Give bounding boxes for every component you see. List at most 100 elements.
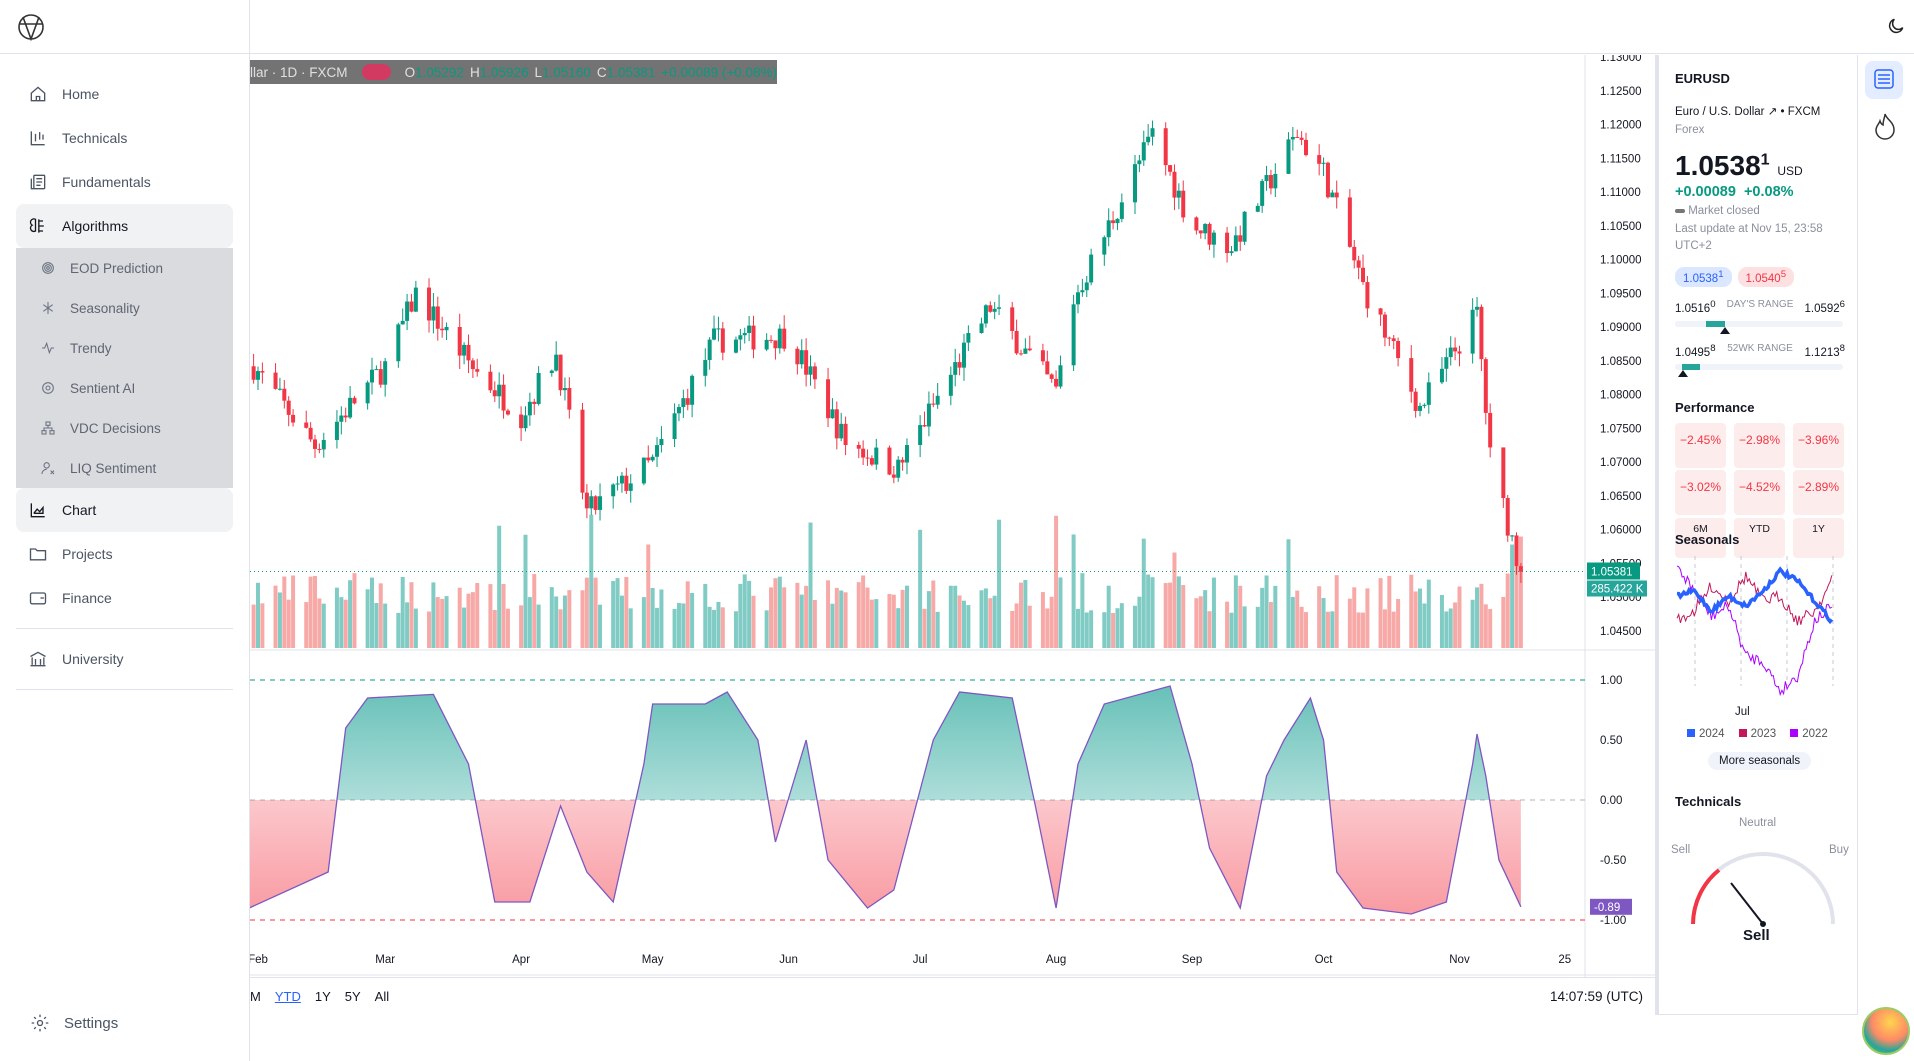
osc-tick: 0.50 [1600,735,1622,747]
sidebar-item-chart[interactable]: Chart [16,488,233,532]
candle-body [826,379,831,419]
volume-bar [492,609,497,648]
candle-body [1304,139,1309,156]
volume-bar [1119,603,1124,648]
external-link-icon[interactable]: ↗ [1768,106,1778,118]
sidebar-item-home[interactable]: Home [16,72,233,116]
price-tick: 1.11500 [1600,153,1641,165]
settings-button[interactable]: Settings [30,1013,118,1033]
candle-body [1352,246,1357,261]
chart-area[interactable]: 1.13000 1.12500 1.12000 1.11500 1.11000 1.105… [248,52,1655,1015]
sidebar-item-label: Sentient AI [70,380,136,396]
candle-body [1330,192,1335,198]
volume-bar [918,529,923,648]
volume-bar [808,522,813,648]
exchange: FXCM [1787,106,1821,118]
low-value: 1.05160 [542,64,591,80]
volume-bar [444,596,449,648]
candle-body [532,401,537,404]
moon-icon[interactable] [1886,16,1906,36]
candle-body [1299,137,1304,140]
divider [0,53,250,54]
performance-cell: −2.98%1M [1734,423,1785,512]
market-status: Market closed [1688,205,1760,217]
sidebar-item-fundamentals[interactable]: Fundamentals [16,160,233,204]
candle-body [1089,254,1094,283]
volume-bar [501,584,506,648]
user-x-icon [41,462,55,475]
symbol-name[interactable]: Euro / U.S. Dollar [1675,106,1764,118]
volume-bar [1453,602,1458,648]
sidebar-item-label: University [62,651,124,667]
volume-bar [470,592,475,648]
volume-bar [1168,582,1173,648]
sidebar-item-sentient-ai[interactable]: Sentient AI [16,368,233,408]
seasonals-legend-item[interactable]: 2024 [1687,728,1725,740]
volume-bar [865,587,870,648]
avatar[interactable] [1862,1007,1910,1055]
candle-body [1027,348,1032,351]
more-seasonals-button[interactable]: More seasonals [1708,752,1812,771]
range-ytd[interactable]: YTD [275,989,301,1004]
logo-icon[interactable] [16,12,46,42]
range-m[interactable]: M [250,989,261,1004]
volume-bar [457,587,462,648]
details-button[interactable] [1865,61,1903,99]
sidebar-item-projects[interactable]: Projects [16,532,233,576]
range-5y[interactable]: 5Y [345,989,361,1004]
toggle-icon[interactable] [361,64,391,80]
candle-body [922,425,927,427]
sidebar-item-vdc-decisions[interactable]: VDC Decisions [16,408,233,448]
volume-bar [874,599,879,648]
gauge-result: Sell [1743,927,1770,945]
volume-bar [1141,538,1146,648]
candle-body [383,361,388,385]
legend-label: 2022 [1802,728,1828,741]
sidebar-item-eod-prediction[interactable]: EOD Prediction [16,248,233,288]
candle-body [795,348,800,365]
volume-bar [554,596,559,648]
candle-body [598,496,603,510]
bid-pill: 1.05381 [1675,267,1732,287]
sidebar-item-finance[interactable]: Finance [16,576,233,620]
volume-bar [1181,585,1186,648]
seasonals-legend-item[interactable]: 2023 [1738,728,1776,740]
performance-cell: −2.89% 1Y [1793,470,1844,559]
candle-body [624,475,629,491]
volume-bar [1330,611,1335,648]
volume-bar [1418,588,1423,648]
volume-bar [519,605,524,648]
candle-body [733,339,738,353]
candle-body [707,339,712,361]
volume-bar [948,585,953,648]
day-low: 1.0516 [1675,302,1711,315]
range-all[interactable]: All [375,989,389,1004]
volume-bar [891,594,896,648]
candle-body [466,344,471,361]
performance-value: −3.96% [1793,428,1844,469]
volume-bar [273,585,278,648]
performance-value: −2.45% [1675,428,1726,469]
sidebar-item-technicals[interactable]: Technicals [16,116,233,160]
sidebar-item-liq-sentiment[interactable]: LIQ Sentiment [16,448,233,488]
seasonals-chart[interactable] [1675,551,1845,701]
seasonals-legend-item[interactable]: 2022 [1790,728,1828,740]
range-1y[interactable]: 1Y [315,989,331,1004]
volume-bar [1264,575,1269,648]
volume-bar [343,599,348,648]
price-chart[interactable]: 1.13000 1.12500 1.12000 1.11500 1.11000 1.105… [248,52,1655,977]
volume-bar [1387,575,1392,648]
candle-body [427,287,432,321]
sidebar-item-seasonality[interactable]: Seasonality [16,288,233,328]
volume-bar [747,580,752,648]
sidebar-item-algorithms[interactable]: Algorithms [16,204,233,248]
flame-icon[interactable] [1872,111,1898,141]
volume-bar [738,583,743,648]
volume-bar [1448,608,1453,648]
volume-bar [1273,585,1278,648]
sidebar-item-university[interactable]: University [16,637,233,681]
volume-bar [1242,606,1247,648]
sidebar-item-trendy[interactable]: Trendy [16,328,233,368]
sidebar-item-label: Projects [62,546,113,562]
volume-bar [887,593,892,648]
